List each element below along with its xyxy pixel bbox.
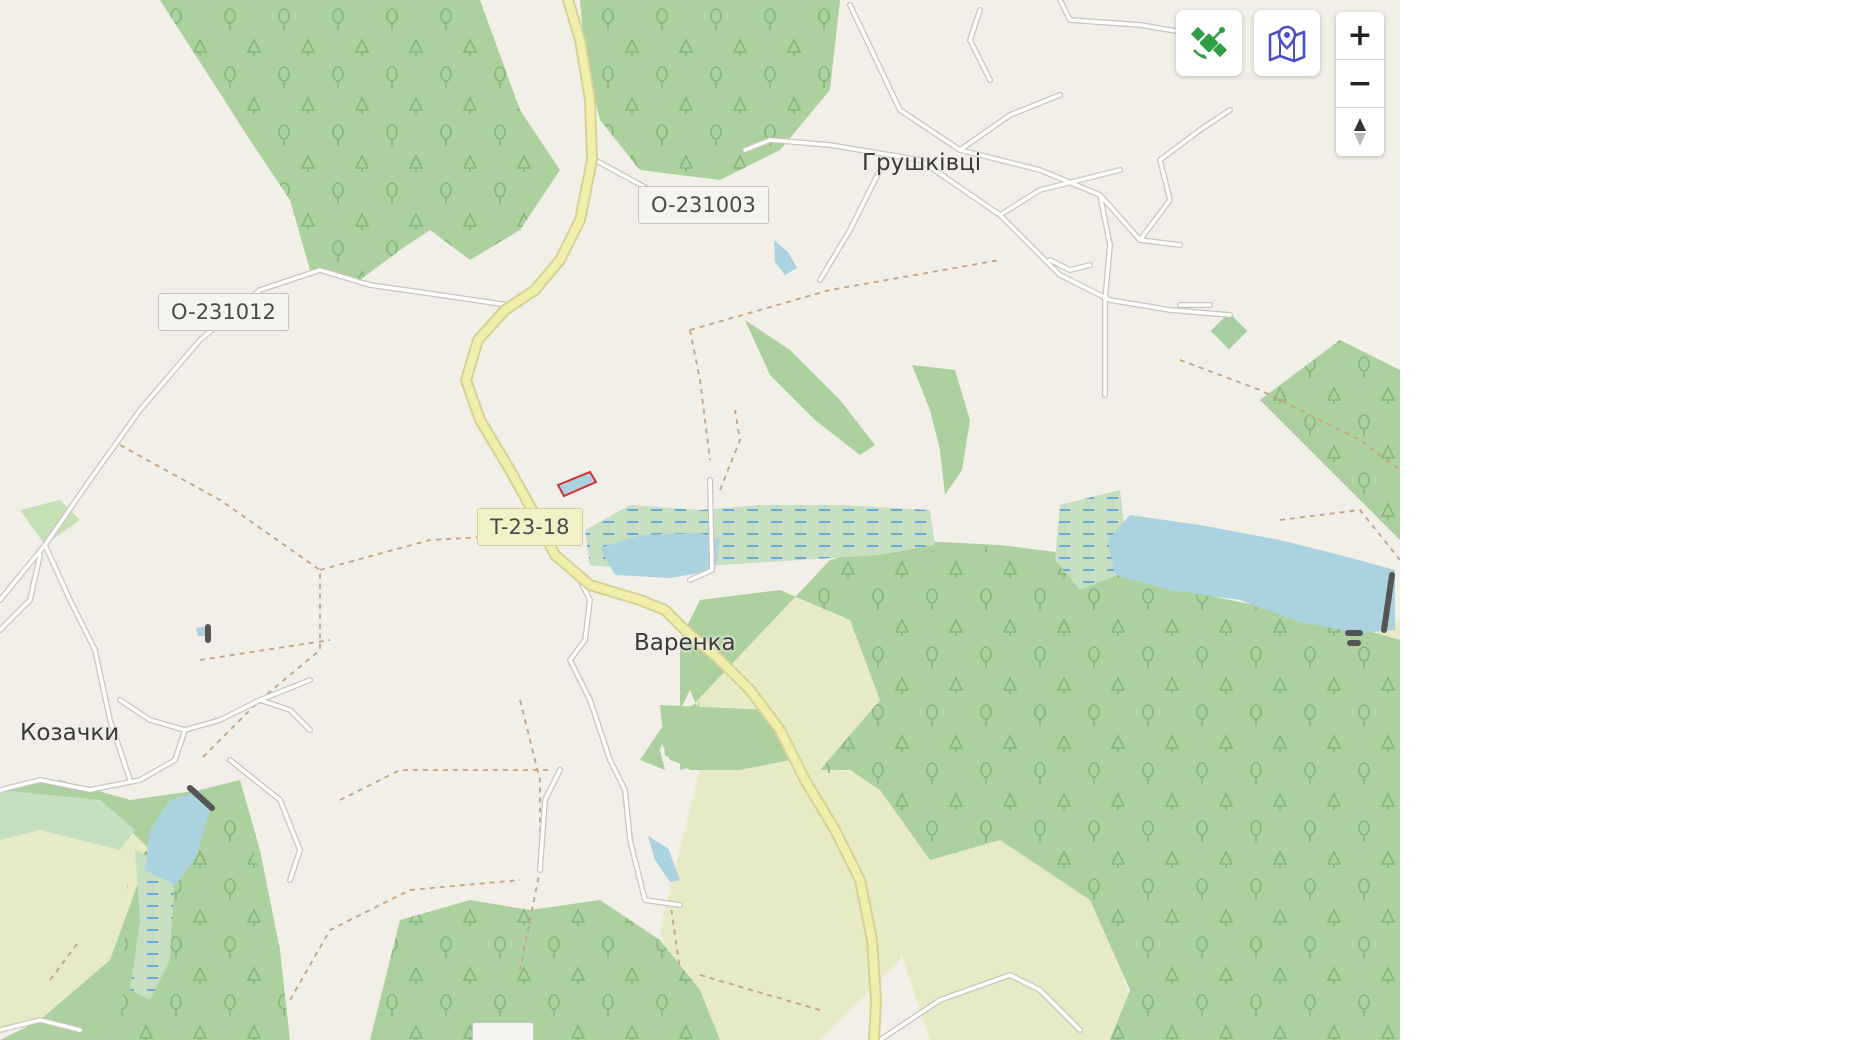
zoom-out-button[interactable]: − bbox=[1336, 60, 1384, 108]
place-label-hrushkivtsi[interactable]: Грушківці bbox=[862, 150, 981, 176]
map-canvas[interactable] bbox=[0, 0, 1400, 1040]
satellite-layer-button[interactable] bbox=[1176, 10, 1242, 76]
satellite-icon bbox=[1190, 26, 1228, 59]
compass-icon bbox=[1354, 117, 1366, 146]
blank-side-panel bbox=[1400, 0, 1850, 1040]
road-label-partial bbox=[472, 1022, 534, 1040]
zoom-in-button[interactable]: + bbox=[1336, 12, 1384, 60]
zoom-controls: + − bbox=[1336, 12, 1384, 156]
place-label-varenka[interactable]: Варенка bbox=[634, 630, 736, 656]
map-view[interactable]: O-231003 O-231012 T-23-18 Грушківці Варе… bbox=[0, 0, 1400, 1040]
road-label-t-23-18: T-23-18 bbox=[477, 508, 583, 546]
place-label-kozachky[interactable]: Козачки bbox=[20, 720, 119, 746]
map-pin-icon bbox=[1268, 25, 1306, 63]
park-marker bbox=[1210, 312, 1248, 350]
road-label-o-231012: O-231012 bbox=[158, 293, 289, 331]
road-label-o-231003: O-231003 bbox=[638, 186, 769, 224]
compass-button[interactable] bbox=[1336, 108, 1384, 155]
map-layer-button[interactable] bbox=[1254, 10, 1320, 76]
